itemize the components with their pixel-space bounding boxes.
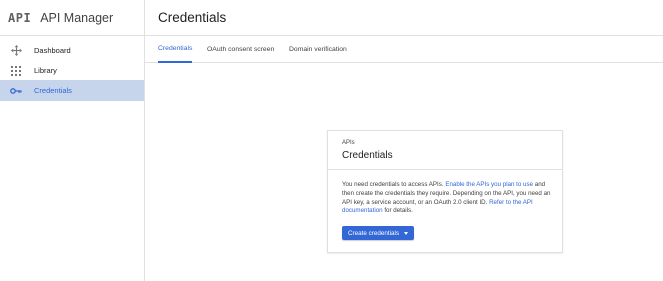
top-bar: API API Manager Credentials bbox=[0, 0, 663, 36]
card-text-1: You need credentials to access APIs. bbox=[342, 181, 446, 188]
credentials-card: APIs Credentials You need credentials to… bbox=[327, 130, 563, 253]
tab-domain-verification[interactable]: Domain verification bbox=[289, 36, 347, 63]
tab-credentials[interactable]: Credentials bbox=[158, 36, 193, 63]
sidebar: Dashboard Library Credentials bbox=[0, 36, 145, 281]
tab-bar: Credentials OAuth consent screen Domain … bbox=[145, 36, 663, 63]
brand[interactable]: API API Manager bbox=[0, 0, 145, 36]
sidebar-item-label: Dashboard bbox=[34, 46, 71, 55]
enable-apis-link[interactable]: Enable the APIs you plan to use bbox=[445, 181, 533, 188]
app-title: API Manager bbox=[40, 11, 114, 25]
api-logo: API bbox=[8, 11, 32, 25]
sidebar-item-credentials[interactable]: Credentials bbox=[0, 80, 144, 101]
key-icon bbox=[10, 85, 22, 97]
sidebar-item-label: Credentials bbox=[34, 86, 72, 95]
tab-oauth-consent-screen[interactable]: OAuth consent screen bbox=[207, 36, 274, 63]
card-text-3: for details. bbox=[382, 207, 413, 215]
create-credentials-label: Create credentials bbox=[348, 229, 400, 237]
sidebar-item-label: Library bbox=[34, 66, 57, 75]
page-title: Credentials bbox=[158, 10, 227, 25]
card-description: You need credentials to access APIs. Ena… bbox=[342, 181, 557, 216]
card-title: Credentials bbox=[342, 150, 393, 161]
library-icon bbox=[10, 65, 22, 77]
dashboard-icon bbox=[10, 45, 22, 57]
sidebar-item-dashboard[interactable]: Dashboard bbox=[0, 40, 144, 61]
card-eyebrow: APIs bbox=[342, 140, 355, 146]
chevron-down-icon bbox=[404, 231, 409, 235]
sidebar-item-library[interactable]: Library bbox=[0, 60, 144, 81]
create-credentials-button[interactable]: Create credentials bbox=[342, 226, 415, 240]
card-header: APIs Credentials bbox=[328, 131, 562, 170]
